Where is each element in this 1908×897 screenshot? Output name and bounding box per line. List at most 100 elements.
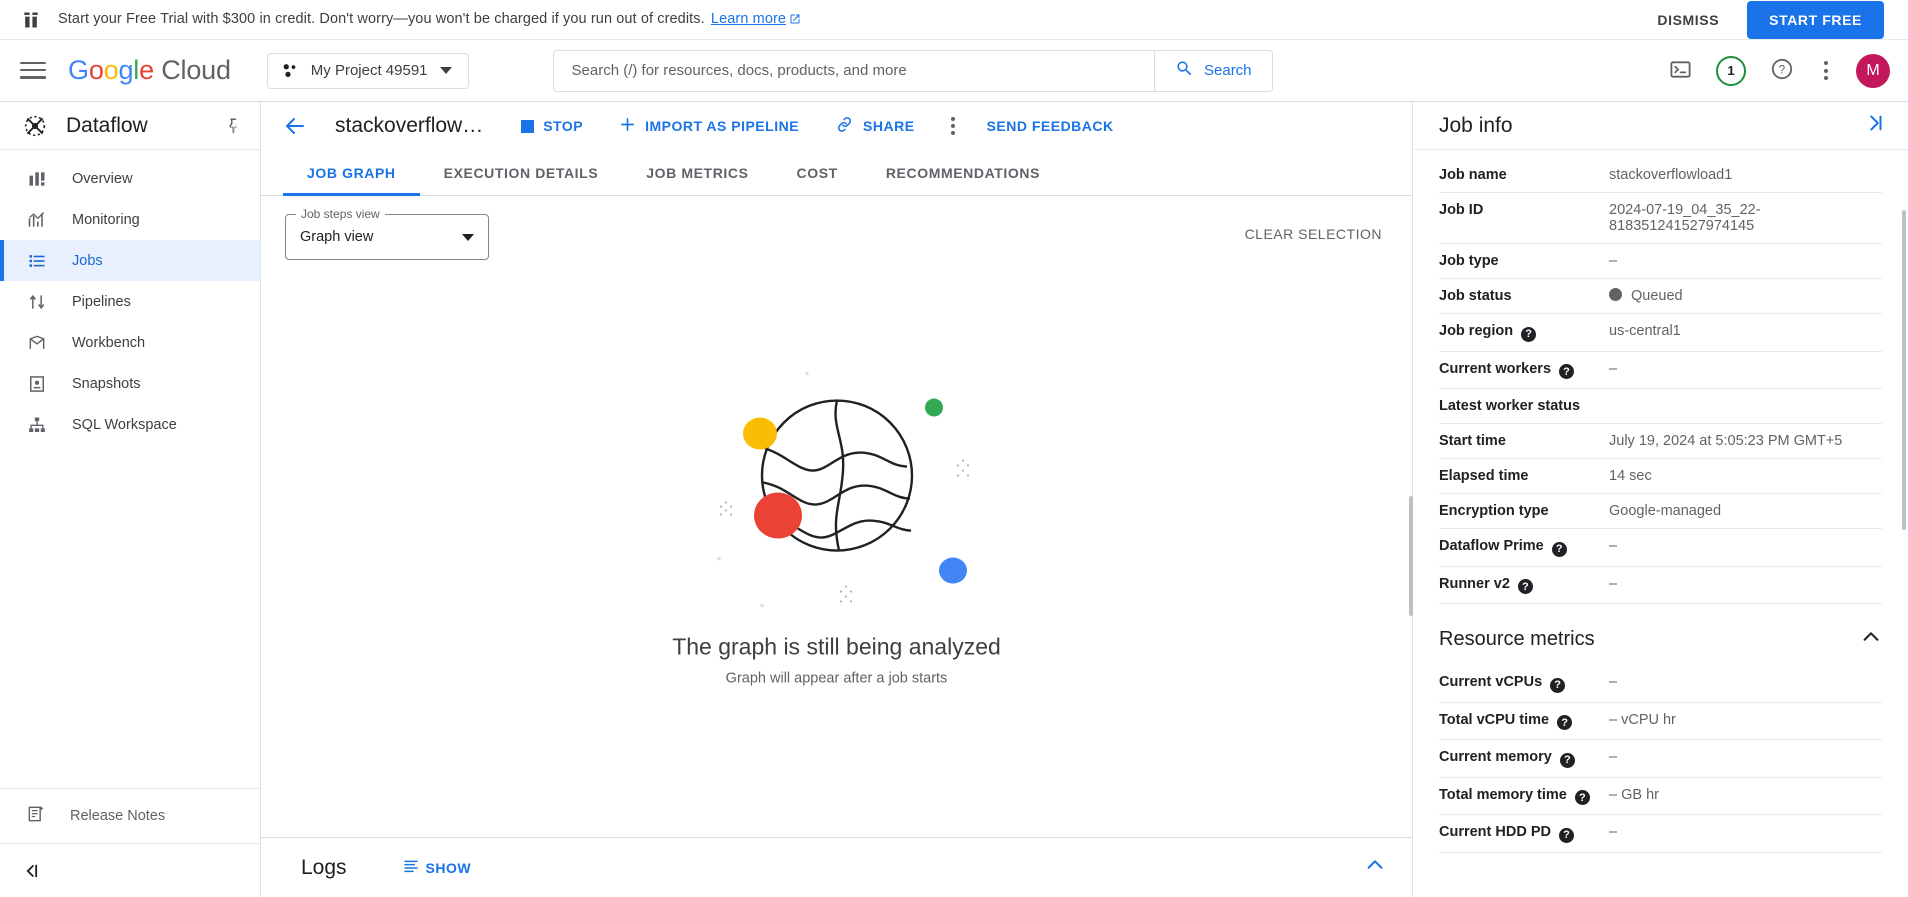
sidebar-item-label: Workbench — [72, 334, 146, 351]
table-row: Job ID 2024-07-19_04_35_22-8183512415279… — [1439, 192, 1882, 244]
sidebar-item-sql-workspace[interactable]: SQL Workspace — [0, 404, 260, 445]
cloud-shell-button[interactable] — [1662, 53, 1698, 89]
help-icon[interactable]: ? — [1517, 579, 1533, 594]
import-as-pipeline-button[interactable]: IMPORT AS PIPELINE — [609, 108, 809, 144]
project-selector[interactable]: My Project 49591 — [266, 52, 469, 89]
table-row: Total vCPU time? – vCPU hr — [1439, 702, 1882, 740]
row-value — [1609, 388, 1882, 424]
table-row: Total memory time? – GB hr — [1439, 777, 1882, 815]
row-key: Encryption type — [1439, 493, 1609, 529]
external-link-icon — [789, 13, 801, 29]
sidebar-nav: Overview Monitoring Jobs Pipelines Workb… — [0, 150, 260, 788]
status-dot-icon — [1609, 288, 1622, 301]
help-button[interactable]: ? — [1764, 53, 1800, 89]
job-steps-view-select[interactable]: Job steps view Graph view — [285, 207, 489, 260]
help-icon[interactable]: ? — [1558, 827, 1574, 843]
start-free-button[interactable]: START FREE — [1747, 0, 1884, 39]
resource-metrics-title: Resource metrics — [1439, 628, 1595, 650]
chevron-up-icon[interactable] — [1860, 626, 1882, 653]
avatar[interactable]: M — [1856, 53, 1890, 88]
pin-icon[interactable] — [222, 114, 246, 138]
dismiss-button[interactable]: DISMISS — [1643, 3, 1733, 37]
search-input[interactable] — [553, 50, 1154, 91]
help-icon: ? — [1770, 57, 1794, 84]
row-key: Total vCPU time? — [1439, 702, 1609, 740]
sidebar-item-overview[interactable]: Overview — [0, 158, 260, 199]
tab-execution-details[interactable]: EXECUTION DETAILS — [420, 150, 623, 195]
sidebar-item-workbench[interactable]: Workbench — [0, 322, 260, 363]
row-key: Job type — [1439, 243, 1609, 279]
tab-cost[interactable]: COST — [773, 150, 862, 195]
sidebar-item-release-notes[interactable]: Release Notes — [0, 789, 260, 843]
job-info-scrollbar[interactable] — [1902, 210, 1906, 530]
job-more-menu-icon[interactable] — [941, 109, 965, 143]
tab-job-graph[interactable]: JOB GRAPH — [283, 150, 420, 196]
table-row: Current memory? – — [1439, 739, 1882, 778]
sidebar-item-monitoring[interactable]: Monitoring — [0, 199, 260, 240]
learn-more-link[interactable]: Learn more — [711, 11, 786, 27]
hamburger-menu-icon[interactable] — [20, 61, 46, 80]
job-info-scroll: Job name stackoverflowload1 Job ID 2024-… — [1413, 150, 1908, 897]
monitoring-chart-icon — [26, 209, 48, 231]
sidebar-product-header: Dataflow — [0, 102, 260, 150]
help-icon[interactable]: ? — [1574, 790, 1590, 805]
sidebar-item-label: Pipelines — [72, 293, 131, 310]
terminal-icon — [1669, 58, 1692, 84]
table-row: Encryption type Google-managed — [1439, 493, 1882, 529]
job-info-panel: Job info Job name stackoverflowload1 Job… — [1413, 102, 1908, 897]
search-button-label: Search — [1204, 62, 1252, 79]
back-arrow-icon[interactable] — [283, 114, 307, 138]
job-steps-view-value: Graph view — [300, 229, 374, 245]
tab-job-metrics[interactable]: JOB METRICS — [622, 150, 772, 195]
row-key: Current vCPUs? — [1439, 665, 1609, 703]
search-button[interactable]: Search — [1154, 50, 1272, 91]
row-key: Total memory time? — [1439, 777, 1609, 815]
logo-cloud-word: Cloud — [161, 55, 231, 85]
chevron-up-icon[interactable] — [1364, 854, 1386, 881]
google-cloud-logo[interactable]: Google Cloud — [68, 55, 231, 86]
help-icon[interactable]: ? — [1559, 752, 1575, 768]
sidebar-item-pipelines[interactable]: Pipelines — [0, 281, 260, 322]
help-icon[interactable]: ? — [1551, 541, 1567, 557]
free-trial-banner: Start your Free Trial with $300 in credi… — [0, 0, 1908, 40]
sidebar-item-jobs[interactable]: Jobs — [0, 240, 260, 281]
search-icon — [1175, 59, 1194, 82]
empty-state-subtitle: Graph will appear after a job starts — [725, 670, 948, 687]
logs-show-button[interactable]: SHOW — [403, 858, 472, 877]
share-button[interactable]: SHARE — [825, 107, 925, 145]
row-key-label: Current workers — [1439, 360, 1552, 377]
collapse-sidebar-icon[interactable] — [0, 843, 260, 897]
row-key-label: Runner v2 — [1439, 575, 1510, 592]
expand-right-icon[interactable] — [1864, 112, 1886, 139]
send-feedback-button[interactable]: SEND FEEDBACK — [981, 110, 1120, 142]
sidebar-item-label: Monitoring — [72, 211, 140, 228]
notifications-badge[interactable]: 1 — [1716, 55, 1746, 86]
row-key-label: Job region — [1439, 323, 1514, 339]
global-search: Search — [552, 49, 1273, 92]
row-value: – — [1609, 814, 1882, 853]
clear-selection-button[interactable]: CLEAR SELECTION — [1245, 226, 1382, 242]
stop-button[interactable]: STOP — [511, 110, 593, 142]
job-info-table: Job name stackoverflowload1 Job ID 2024-… — [1439, 158, 1882, 604]
stop-button-label: STOP — [543, 118, 584, 134]
row-key: Job name — [1439, 158, 1609, 193]
row-value: – GB hr — [1609, 777, 1882, 815]
app-root: Start your Free Trial with $300 in credi… — [0, 0, 1908, 897]
help-icon[interactable]: ? — [1557, 715, 1573, 730]
resource-metrics-header[interactable]: Resource metrics — [1439, 604, 1882, 665]
row-key-label: Dataflow Prime — [1439, 538, 1544, 554]
help-icon[interactable]: ? — [1559, 364, 1575, 379]
row-key: Job ID — [1439, 192, 1609, 244]
row-value: – — [1609, 665, 1882, 703]
tab-recommendations[interactable]: RECOMMENDATIONS — [862, 150, 1064, 195]
row-key: Current memory? — [1439, 739, 1609, 778]
sidebar-item-snapshots[interactable]: Snapshots — [0, 363, 260, 404]
help-icon[interactable]: ? — [1521, 326, 1537, 342]
logs-show-label: SHOW — [425, 859, 472, 876]
kebab-menu-icon[interactable] — [1818, 55, 1834, 86]
sidebar-item-label: Overview — [72, 170, 133, 187]
help-icon[interactable]: ? — [1550, 677, 1566, 693]
row-value: – — [1609, 243, 1882, 279]
workbench-icon — [26, 332, 48, 354]
logs-title: Logs — [301, 855, 347, 879]
